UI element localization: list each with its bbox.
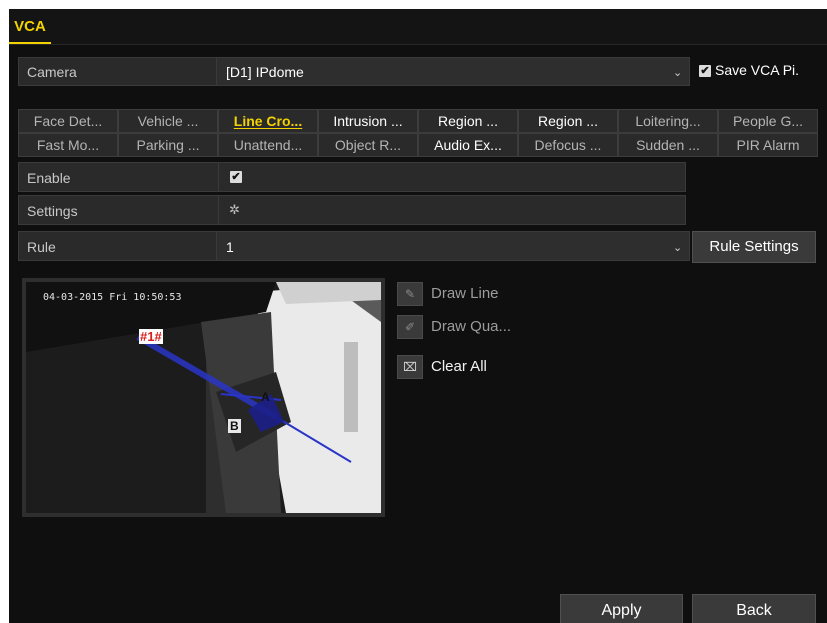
clear-icon: ⌧ (397, 355, 423, 379)
tab-vehicle-detection[interactable]: Vehicle ... (118, 109, 218, 133)
title-bar: VCA (9, 9, 827, 45)
rule-label: Rule (27, 239, 56, 255)
tab-line-crossing[interactable]: Line Cro... (218, 109, 318, 133)
enable-label: Enable (27, 170, 71, 186)
tab-region-exiting[interactable]: Region ... (518, 109, 618, 133)
draw-line-label: Draw Line (431, 285, 499, 302)
gear-icon[interactable]: ✲ (229, 202, 240, 218)
settings-label: Settings (27, 203, 78, 219)
tab-face-detection[interactable]: Face Det... (18, 109, 118, 133)
tab-sudden-scene-change[interactable]: Sudden ... (618, 133, 718, 157)
enable-checkbox[interactable]: ✔ (230, 171, 242, 183)
camera-frame (26, 282, 381, 513)
rule-tag: #1# (139, 329, 163, 344)
tab-people-gathering[interactable]: People G... (718, 109, 818, 133)
tab-audio-exception[interactable]: Audio Ex... (418, 133, 518, 157)
divider (218, 163, 219, 191)
tab-region-entrance[interactable]: Region ... (418, 109, 518, 133)
chevron-down-icon: ⌄ (673, 67, 683, 79)
camera-select[interactable]: [D1] IPdome ⌄ (216, 57, 690, 86)
video-preview[interactable]: 04-03-2015 Fri 10:50:53 #1# A B (22, 278, 385, 517)
chevron-down-icon: ⌄ (673, 242, 683, 254)
tab-loitering-detection[interactable]: Loitering... (618, 109, 718, 133)
enable-row: Enable ✔ (18, 162, 686, 192)
draw-quad-tool[interactable]: ✐ Draw Qua... (397, 314, 567, 340)
clear-all-label: Clear All (431, 358, 487, 375)
rule-settings-button[interactable]: Rule Settings (692, 231, 816, 263)
save-vca-checkbox[interactable]: ✔ (699, 65, 711, 77)
rule-select[interactable]: 1 ⌄ (216, 231, 690, 261)
vca-title-tab[interactable]: VCA (9, 9, 51, 44)
apply-button[interactable]: Apply (560, 594, 683, 623)
draw-line-tool[interactable]: ✎ Draw Line (397, 281, 567, 307)
point-b-label: B (228, 419, 241, 433)
tab-object-removal[interactable]: Object R... (318, 133, 418, 157)
point-a-label: A (261, 390, 270, 404)
tab-fast-moving[interactable]: Fast Mo... (18, 133, 118, 157)
video-timestamp: 04-03-2015 Fri 10:50:53 (43, 292, 182, 303)
pencil-icon: ✎ (397, 282, 423, 306)
back-button[interactable]: Back (692, 594, 816, 623)
draw-quad-label: Draw Qua... (431, 318, 512, 335)
save-vca-label: Save VCA Pi. (715, 62, 800, 78)
divider (218, 196, 219, 224)
clear-all-tool[interactable]: ⌧ Clear All (397, 354, 567, 380)
tab-parking-detection[interactable]: Parking ... (118, 133, 218, 157)
tab-defocus-detection[interactable]: Defocus ... (518, 133, 618, 157)
settings-row: Settings ✲ (18, 195, 686, 225)
vca-type-tabs: Face Det... Vehicle ... Line Cro... Intr… (18, 109, 818, 161)
rule-select-value: 1 (226, 239, 234, 255)
edit-shape-icon: ✐ (397, 315, 423, 339)
vca-screen: VCA Camera [D1] IPdome ⌄ ✔ Save VCA Pi. … (9, 9, 827, 623)
camera-select-value: [D1] IPdome (226, 64, 304, 80)
tab-pir-alarm[interactable]: PIR Alarm (718, 133, 818, 157)
camera-label: Camera (27, 64, 77, 80)
tab-intrusion-detection[interactable]: Intrusion ... (318, 109, 418, 133)
tab-unattended-baggage[interactable]: Unattend... (218, 133, 318, 157)
